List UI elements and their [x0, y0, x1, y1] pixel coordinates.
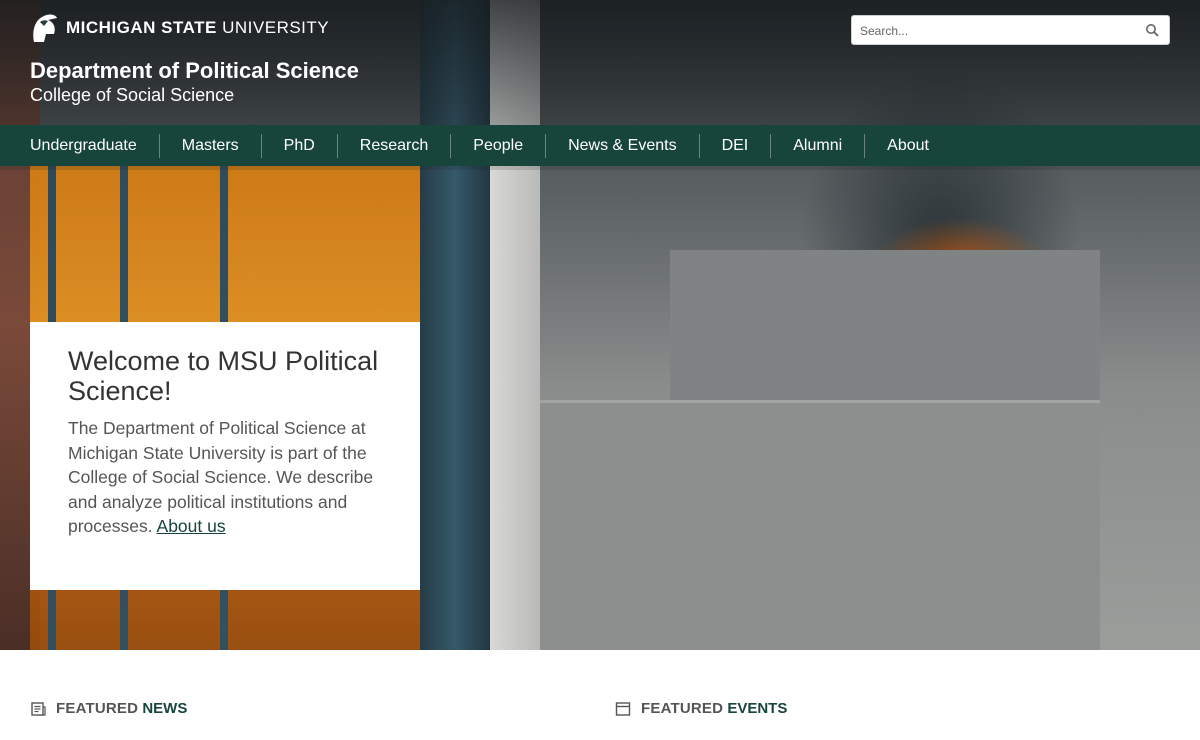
search-box[interactable] — [851, 15, 1170, 45]
nav-item-people[interactable]: People — [451, 133, 547, 158]
search-icon[interactable] — [1145, 23, 1159, 37]
search-input[interactable] — [860, 22, 1130, 40]
nav-item-about[interactable]: About — [865, 134, 951, 158]
msu-logo[interactable]: MICHIGAN STATE UNIVERSITY — [30, 12, 329, 44]
nav-item-dei[interactable]: DEI — [700, 133, 772, 158]
college-subtitle[interactable]: College of Social Science — [30, 85, 234, 106]
hero-stone-upper — [670, 250, 1100, 410]
welcome-card: Welcome to MSU Political Science! The De… — [30, 322, 420, 590]
about-us-link[interactable]: About us — [157, 516, 226, 536]
featured-news-label: NEWS — [142, 700, 188, 717]
university-name-light: UNIVERSITY — [222, 18, 330, 37]
featured-news-label-prefix: FEATURED — [56, 700, 139, 717]
spartan-helmet-icon — [33, 14, 57, 42]
featured-events-heading: FEATURED EVENTS — [615, 700, 787, 717]
hero-stone-lower — [540, 400, 1100, 650]
nav-item-undergraduate[interactable]: Undergraduate — [8, 133, 160, 158]
university-name-bold: MICHIGAN STATE — [66, 18, 217, 37]
featured-news-heading: FEATURED NEWS — [30, 700, 187, 717]
calendar-icon — [615, 701, 631, 716]
nav-item-phd[interactable]: PhD — [262, 133, 338, 158]
welcome-heading: Welcome to MSU Political Science! — [68, 346, 379, 406]
newspaper-icon — [31, 701, 46, 716]
welcome-body: The Department of Political Science at M… — [68, 416, 382, 539]
nav-item-alumni[interactable]: Alumni — [771, 133, 866, 158]
featured-events-label: EVENTS — [727, 700, 788, 717]
nav-item-masters[interactable]: Masters — [160, 133, 262, 158]
nav-item-news-events[interactable]: News & Events — [546, 133, 700, 158]
university-wordmark: MICHIGAN STATE UNIVERSITY — [66, 18, 329, 38]
featured-events-label-prefix: FEATURED — [641, 700, 724, 717]
department-title[interactable]: Department of Political Science — [30, 58, 359, 84]
main-nav: Undergraduate Masters PhD Research Peopl… — [0, 125, 1200, 166]
nav-item-research[interactable]: Research — [338, 133, 452, 158]
